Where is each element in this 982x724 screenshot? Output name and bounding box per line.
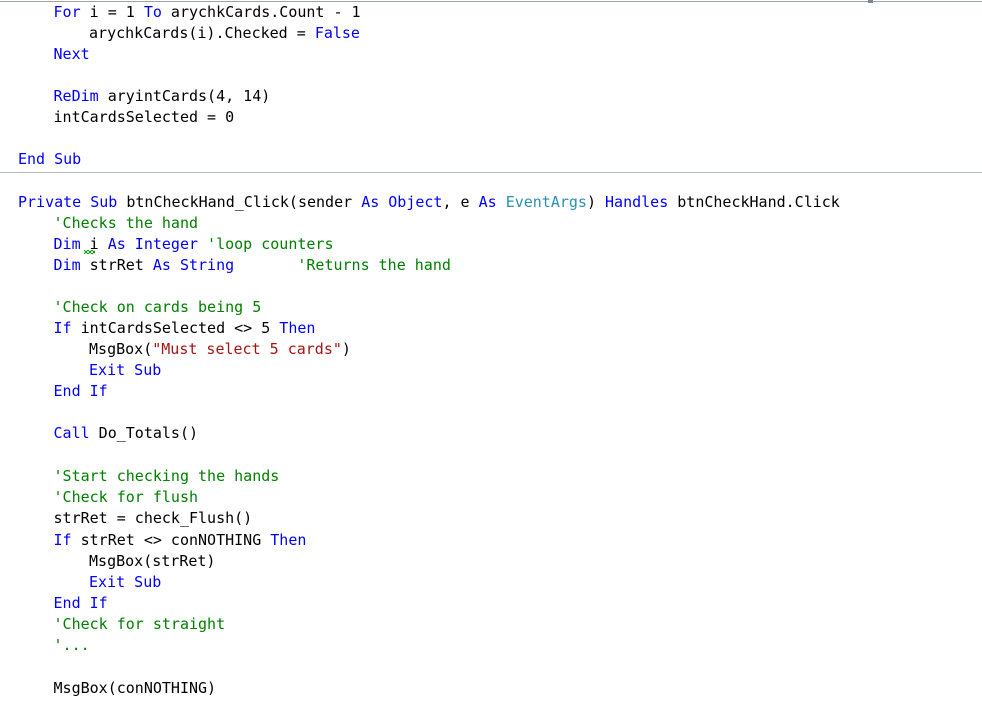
- code-token-plain: strRet: [80, 256, 153, 274]
- code-line[interactable]: Exit Sub: [89, 572, 161, 593]
- code-token-keyword: To: [143, 3, 162, 21]
- code-line[interactable]: MsgBox(conNOTHING): [54, 678, 217, 699]
- code-line[interactable]: Exit Sub: [89, 360, 161, 381]
- code-token-plain: MsgBox(strRet): [89, 552, 216, 570]
- code-line[interactable]: MsgBox(strRet): [89, 551, 215, 572]
- code-token-keyword: Call: [53, 424, 90, 442]
- code-token-plain: Do_Totals(): [89, 424, 199, 442]
- code-token-keyword: For: [53, 3, 81, 21]
- code-line[interactable]: Dim i As Integer 'loop counters: [54, 234, 334, 255]
- code-token-string: "Must select 5 cards": [152, 340, 342, 358]
- code-token-keyword: False: [314, 24, 360, 42]
- code-token-keyword: ReDim: [53, 87, 99, 105]
- code-line[interactable]: intCardsSelected = 0: [54, 107, 235, 128]
- code-token-plain: MsgBox(conNOTHING): [53, 679, 217, 697]
- code-token-keyword: Exit Sub: [89, 573, 162, 591]
- code-token-keyword: End Sub: [18, 150, 82, 168]
- code-token-plain: strRet = check_Flush(): [53, 509, 253, 527]
- code-line[interactable]: End If: [54, 593, 108, 614]
- code-line[interactable]: 'Start checking the hands: [54, 466, 280, 487]
- code-token-comment: '...: [53, 636, 90, 654]
- code-line[interactable]: End Sub: [18, 149, 81, 170]
- code-token-keyword: As Integer: [107, 235, 199, 253]
- code-token-plain: , e: [442, 193, 479, 211]
- code-token-keyword: End If: [53, 594, 108, 612]
- code-token-plain: btnCheckHand_Click(sender: [117, 193, 362, 211]
- code-token-keyword: As Object: [361, 193, 443, 211]
- code-token-plain: arychkCards.Count - 1: [161, 3, 361, 21]
- code-token-plain: ): [586, 193, 606, 211]
- code-token-comment: 'Start checking the hands: [53, 467, 280, 485]
- code-token-keyword: As String: [152, 256, 235, 274]
- code-token-comment: 'Checks the hand: [53, 214, 199, 232]
- code-token-plain: aryintCards(4, 14): [98, 87, 271, 105]
- code-token-type: EventArgs: [505, 193, 587, 211]
- code-line[interactable]: MsgBox("Must select 5 cards"): [89, 339, 351, 360]
- code-token-comment: 'Returns the hand: [297, 256, 451, 274]
- code-line[interactable]: ReDim aryintCards(4, 14): [54, 86, 271, 107]
- code-line[interactable]: '...: [54, 635, 90, 656]
- code-text-area[interactable]: For i = 1 To arychkCards.Count - 1 arychk…: [0, 0, 982, 724]
- code-line[interactable]: For i = 1 To arychkCards.Count - 1: [54, 2, 361, 23]
- code-token-comment: 'Check for straight: [53, 615, 226, 633]
- code-line[interactable]: 'Check for flush: [54, 487, 199, 508]
- code-token-keyword: Private Sub: [18, 193, 118, 211]
- code-token-plain: i = 1: [80, 3, 144, 21]
- code-token-plain: arychkCards(i).Checked =: [89, 24, 315, 42]
- code-token-keyword: Handles: [605, 193, 669, 211]
- code-editor-surface[interactable]: For i = 1 To arychkCards.Count - 1 arychk…: [0, 0, 982, 724]
- code-token-plain: intCardsSelected = 0: [53, 108, 235, 126]
- code-token-plain: btnCheckHand.Click: [668, 193, 840, 211]
- code-token-comment: 'Check on cards being 5: [53, 298, 262, 316]
- code-token-keyword: End If: [53, 382, 108, 400]
- code-line[interactable]: 'Check for straight: [54, 614, 226, 635]
- code-token-comment: 'Check for flush: [53, 488, 199, 506]
- unused-variable-squiggle[interactable]: [84, 250, 95, 254]
- code-line[interactable]: arychkCards(i).Checked = False: [89, 23, 360, 44]
- code-line[interactable]: End If: [54, 381, 108, 402]
- code-token-plain: intCardsSelected <> 5: [71, 319, 280, 337]
- code-line[interactable]: If strRet <> conNOTHING Then: [54, 530, 307, 551]
- code-token-keyword: Dim: [53, 256, 81, 274]
- code-token-plain: strRet <> conNOTHING: [71, 531, 271, 549]
- code-token-plain: ): [341, 340, 351, 358]
- code-line[interactable]: strRet = check_Flush(): [54, 508, 253, 529]
- code-token-keyword: Then: [279, 319, 316, 337]
- code-line[interactable]: 'Checks the hand: [54, 213, 199, 234]
- code-line[interactable]: Call Do_Totals(): [54, 423, 199, 444]
- code-line[interactable]: Next: [54, 44, 90, 65]
- code-line[interactable]: If intCardsSelected <> 5 Then: [54, 318, 316, 339]
- code-line[interactable]: 'Check on cards being 5: [54, 297, 262, 318]
- code-token-plain: MsgBox(: [89, 340, 153, 358]
- code-token-keyword: As: [478, 193, 497, 211]
- code-token-keyword: Then: [270, 531, 307, 549]
- code-token-comment: 'loop counters: [207, 235, 334, 253]
- code-line[interactable]: Dim strRet As String 'Returns the hand: [54, 255, 451, 276]
- code-token-keyword: If: [53, 319, 72, 337]
- code-line[interactable]: Private Sub btnCheckHand_Click(sender As…: [18, 192, 840, 213]
- code-token-keyword: If: [53, 531, 72, 549]
- code-token-keyword: Dim: [53, 235, 81, 253]
- code-token-keyword: Exit Sub: [89, 361, 162, 379]
- code-token-keyword: Next: [53, 45, 90, 63]
